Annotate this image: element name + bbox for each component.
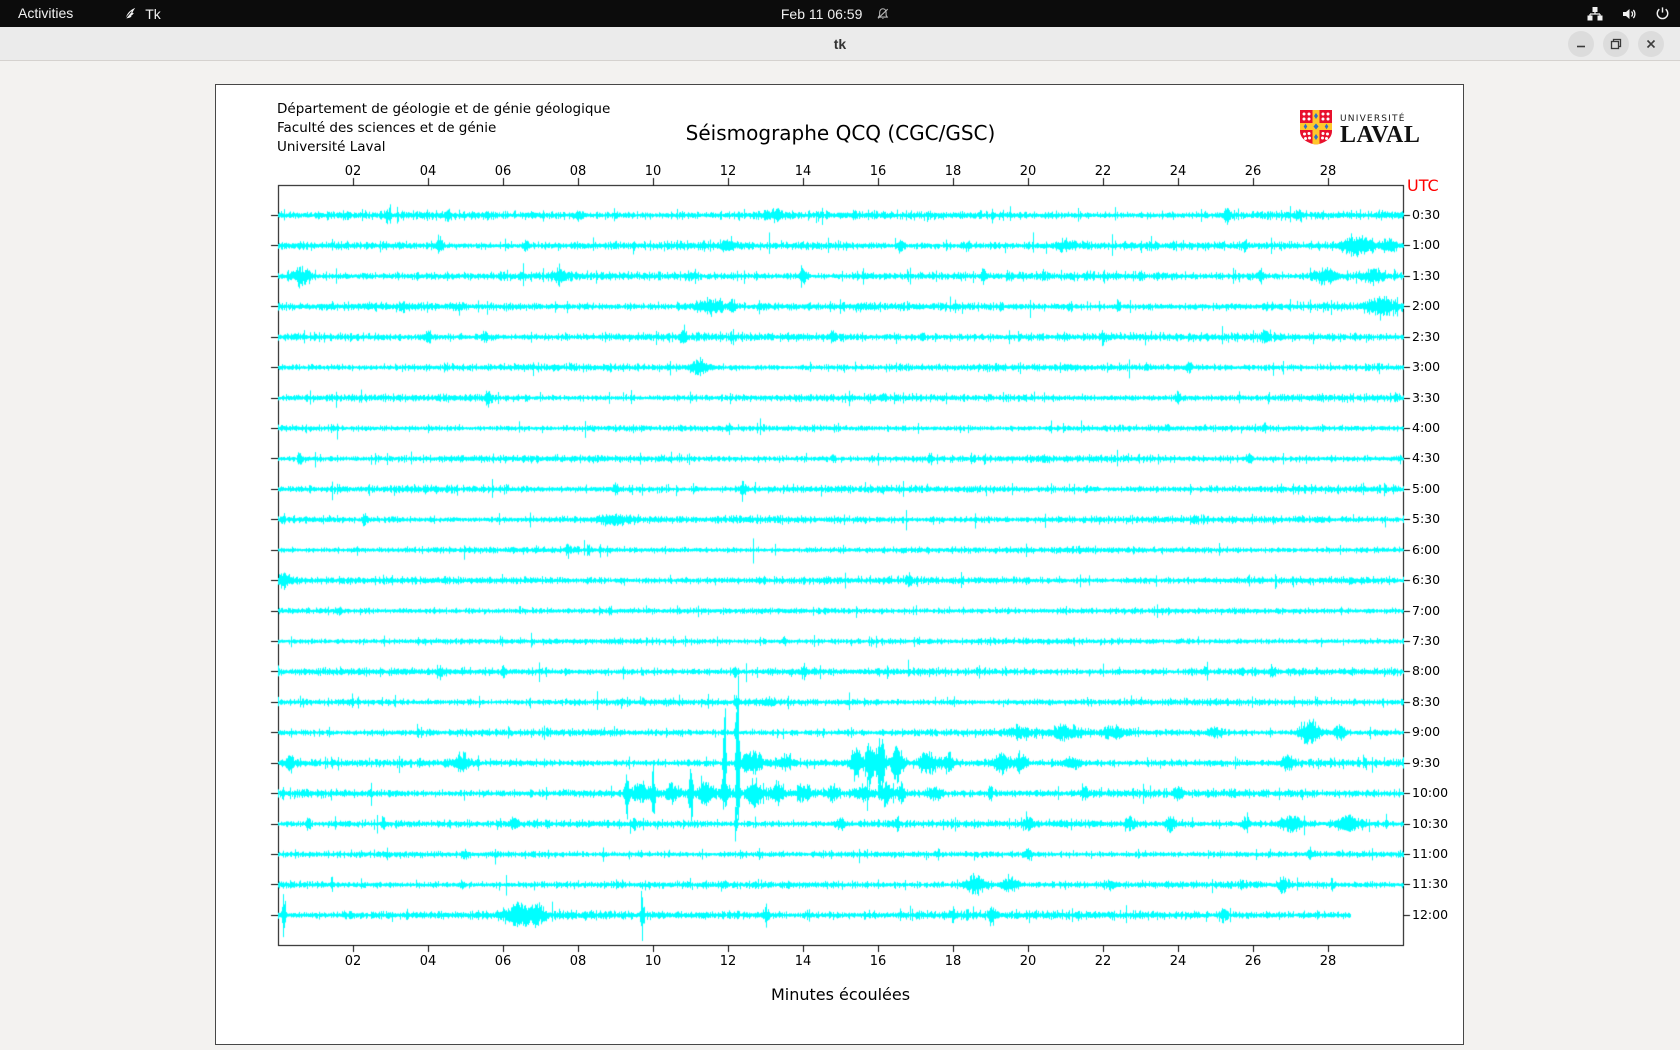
window-title: tk	[833, 36, 847, 52]
logo-text-laval: LAVAL	[1340, 121, 1421, 148]
utc-time-label: 0:30	[1412, 207, 1441, 222]
x-tick-label-top: 14	[794, 164, 812, 179]
utc-time-label: 11:30	[1412, 876, 1449, 892]
x-tick-label-top: 20	[1019, 164, 1037, 179]
network-icon[interactable]	[1587, 6, 1603, 22]
utc-time-label: 2:00	[1412, 298, 1441, 314]
x-tick-label-bottom: 10	[644, 954, 662, 969]
x-tick-label-bottom: 02	[344, 954, 362, 969]
page-title: Séismographe QCQ (CGC/GSC)	[685, 121, 996, 145]
x-tick-label-bottom: 28	[1319, 954, 1337, 969]
x-tick-label-bottom: 18	[944, 954, 962, 969]
utc-time-label: 11:00	[1412, 846, 1449, 862]
utc-label: UTC	[1407, 176, 1439, 195]
x-tick-label-bottom: 04	[419, 954, 437, 969]
utc-time-label: 8:30	[1412, 693, 1441, 709]
x-axis-title: Minutes écoulées	[770, 985, 911, 1004]
tk-app-icon	[123, 6, 138, 21]
restore-icon	[1610, 38, 1622, 50]
x-tick-label-top: 02	[344, 164, 362, 179]
utc-time-label: 6:30	[1412, 572, 1441, 588]
utc-time-label: 3:30	[1412, 389, 1441, 405]
minimize-button[interactable]	[1568, 31, 1594, 57]
power-icon[interactable]	[1655, 6, 1670, 21]
focused-app-menu[interactable]: Tk	[123, 6, 161, 22]
gnome-top-bar: Activities Tk Feb 11 06:59	[0, 0, 1680, 27]
utc-time-label: 12:00	[1412, 906, 1449, 922]
header-line-1: Département de géologie et de génie géol…	[277, 101, 611, 117]
x-tick-label-bottom: 12	[719, 954, 737, 969]
utc-time-label: 4:30	[1412, 450, 1441, 466]
x-tick-label-bottom: 24	[1169, 954, 1187, 969]
window-titlebar[interactable]: tk	[0, 27, 1680, 61]
x-tick-label-top: 22	[1094, 164, 1112, 179]
x-tick-label-bottom: 08	[569, 954, 587, 969]
volume-icon[interactable]	[1621, 6, 1637, 22]
close-button[interactable]	[1638, 31, 1664, 57]
x-tick-label-top: 28	[1319, 164, 1337, 179]
laval-logo: UNIVERSITÉ LAVAL	[1299, 109, 1420, 150]
x-tick-label-top: 06	[494, 164, 512, 179]
x-tick-label-bottom: 26	[1244, 954, 1262, 969]
utc-time-label: 10:00	[1412, 785, 1449, 801]
x-tick-label-top: 16	[869, 164, 887, 179]
x-tick-label-top: 24	[1169, 164, 1187, 179]
utc-time-label: 3:00	[1412, 359, 1441, 375]
clock-label[interactable]: Feb 11 06:59	[781, 6, 862, 22]
x-tick-label-top: 18	[944, 164, 962, 179]
x-tick-label-top: 08	[569, 164, 587, 179]
utc-time-label: 7:30	[1412, 633, 1441, 649]
utc-time-label: 4:00	[1412, 420, 1441, 435]
utc-time-label: 9:00	[1412, 724, 1441, 740]
notifications-disabled-icon	[876, 7, 890, 21]
x-tick-label-top: 12	[719, 164, 737, 179]
utc-time-label: 6:00	[1412, 541, 1441, 557]
x-tick-label-top: 10	[644, 164, 662, 179]
x-tick-label-bottom: 20	[1019, 954, 1037, 969]
seismograph-panel: Département de géologie et de génie géol…	[215, 84, 1465, 1046]
tk-window-content: Département de géologie et de génie géol…	[0, 61, 1680, 1050]
utc-time-label: 2:30	[1412, 328, 1441, 344]
utc-time-label: 8:00	[1412, 663, 1441, 679]
maximize-button[interactable]	[1603, 31, 1629, 57]
laval-shield-icon	[1299, 109, 1333, 150]
x-tick-label-top: 26	[1244, 164, 1262, 179]
x-tick-label-bottom: 22	[1094, 954, 1112, 969]
utc-time-label: 1:30	[1412, 267, 1441, 283]
seismograph-canvas[interactable]	[216, 85, 1465, 1046]
x-tick-label-bottom: 16	[869, 954, 887, 969]
utc-time-label: 5:00	[1412, 480, 1441, 496]
activities-button[interactable]: Activities	[0, 0, 91, 27]
utc-time-label: 5:30	[1412, 511, 1441, 527]
tk-app-label: Tk	[145, 5, 161, 22]
close-icon	[1646, 39, 1656, 49]
utc-time-label: 10:30	[1412, 815, 1449, 831]
x-tick-label-top: 04	[419, 164, 437, 179]
utc-time-label: 7:00	[1412, 602, 1441, 618]
x-tick-label-bottom: 06	[494, 954, 512, 969]
minimize-icon	[1577, 45, 1585, 48]
utc-time-label: 9:30	[1412, 754, 1441, 770]
x-tick-label-bottom: 14	[794, 954, 812, 969]
utc-time-label: 1:00	[1412, 237, 1441, 253]
